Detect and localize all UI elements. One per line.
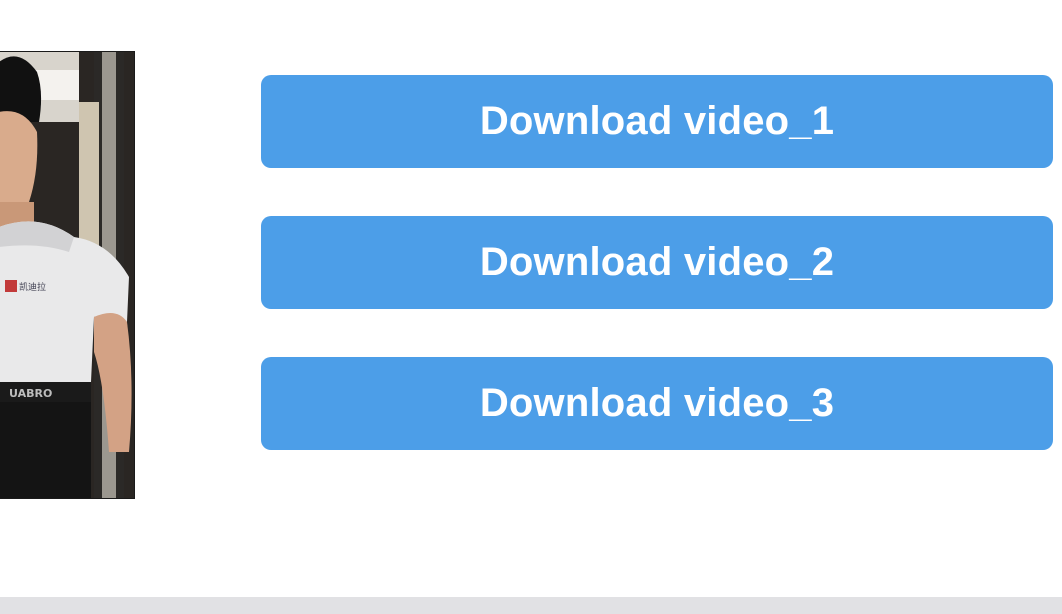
bottom-bar [0, 597, 1062, 614]
video-thumbnail-image: 凯迪拉 UABRO [0, 52, 134, 498]
shirt-logo-text: 凯迪拉 [19, 281, 46, 293]
download-video-1-button[interactable]: Download video_1 [261, 75, 1053, 168]
download-video-3-label: Download video_3 [479, 381, 835, 425]
download-video-3-button[interactable]: Download video_3 [261, 357, 1053, 450]
download-video-2-label: Download video_2 [479, 240, 835, 284]
download-video-2-button[interactable]: Download video_2 [261, 216, 1053, 309]
download-video-1-label: Download video_1 [479, 99, 835, 143]
waistband-text: UABRO [9, 387, 52, 400]
video-thumbnail[interactable]: 凯迪拉 UABRO [0, 51, 135, 499]
